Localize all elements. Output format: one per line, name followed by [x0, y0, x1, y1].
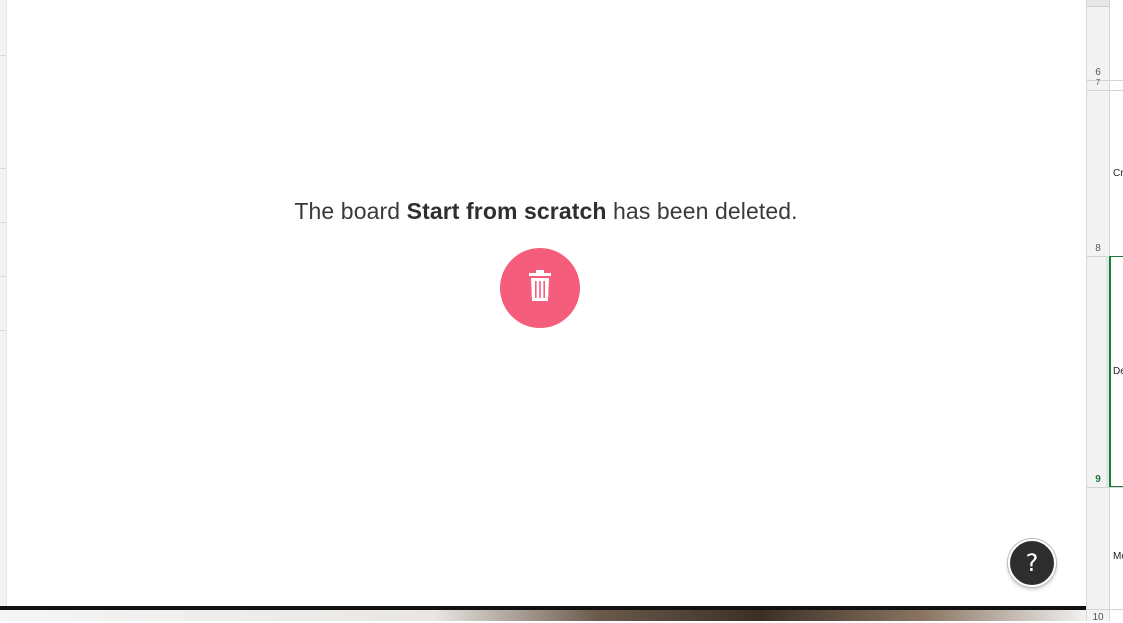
- left-edge-tick: [0, 55, 6, 56]
- trash-icon: [528, 269, 552, 307]
- scroll-arrow[interactable]: [1087, 0, 1109, 7]
- desktop-background-strip: [0, 610, 1086, 621]
- left-edge-tick: [0, 168, 6, 169]
- trash-badge: [500, 248, 580, 328]
- question-mark-icon: ?: [1025, 549, 1039, 577]
- row-number[interactable]: 8: [1087, 243, 1109, 254]
- left-edge-tick: [0, 330, 6, 331]
- cell-value[interactable]: Mo: [1113, 551, 1123, 562]
- help-button[interactable]: ?: [1008, 539, 1056, 587]
- row-number[interactable]: 6: [1087, 67, 1109, 78]
- message-prefix: The board: [294, 198, 407, 224]
- row-number[interactable]: 7: [1087, 78, 1109, 87]
- message-suffix: has been deleted.: [606, 198, 798, 224]
- row-divider: [1087, 487, 1123, 488]
- board-name: Start from scratch: [406, 198, 607, 224]
- deleted-board-panel: The board Start from scratch has been de…: [7, 0, 1085, 607]
- deletion-message: The board Start from scratch has been de…: [7, 198, 1085, 225]
- left-window-edge: [0, 0, 7, 608]
- background-spreadsheet: 6 7 8 9 10 Cr De Mo: [1086, 0, 1123, 623]
- row-number[interactable]: 10: [1087, 612, 1109, 623]
- cell-value[interactable]: Cr: [1113, 168, 1123, 179]
- row-divider: [1087, 90, 1123, 91]
- row-number-active[interactable]: 9: [1087, 474, 1109, 485]
- cell-value[interactable]: De: [1113, 366, 1123, 377]
- left-edge-tick: [0, 276, 6, 277]
- left-edge-tick: [0, 222, 6, 223]
- row-divider: [1087, 609, 1123, 610]
